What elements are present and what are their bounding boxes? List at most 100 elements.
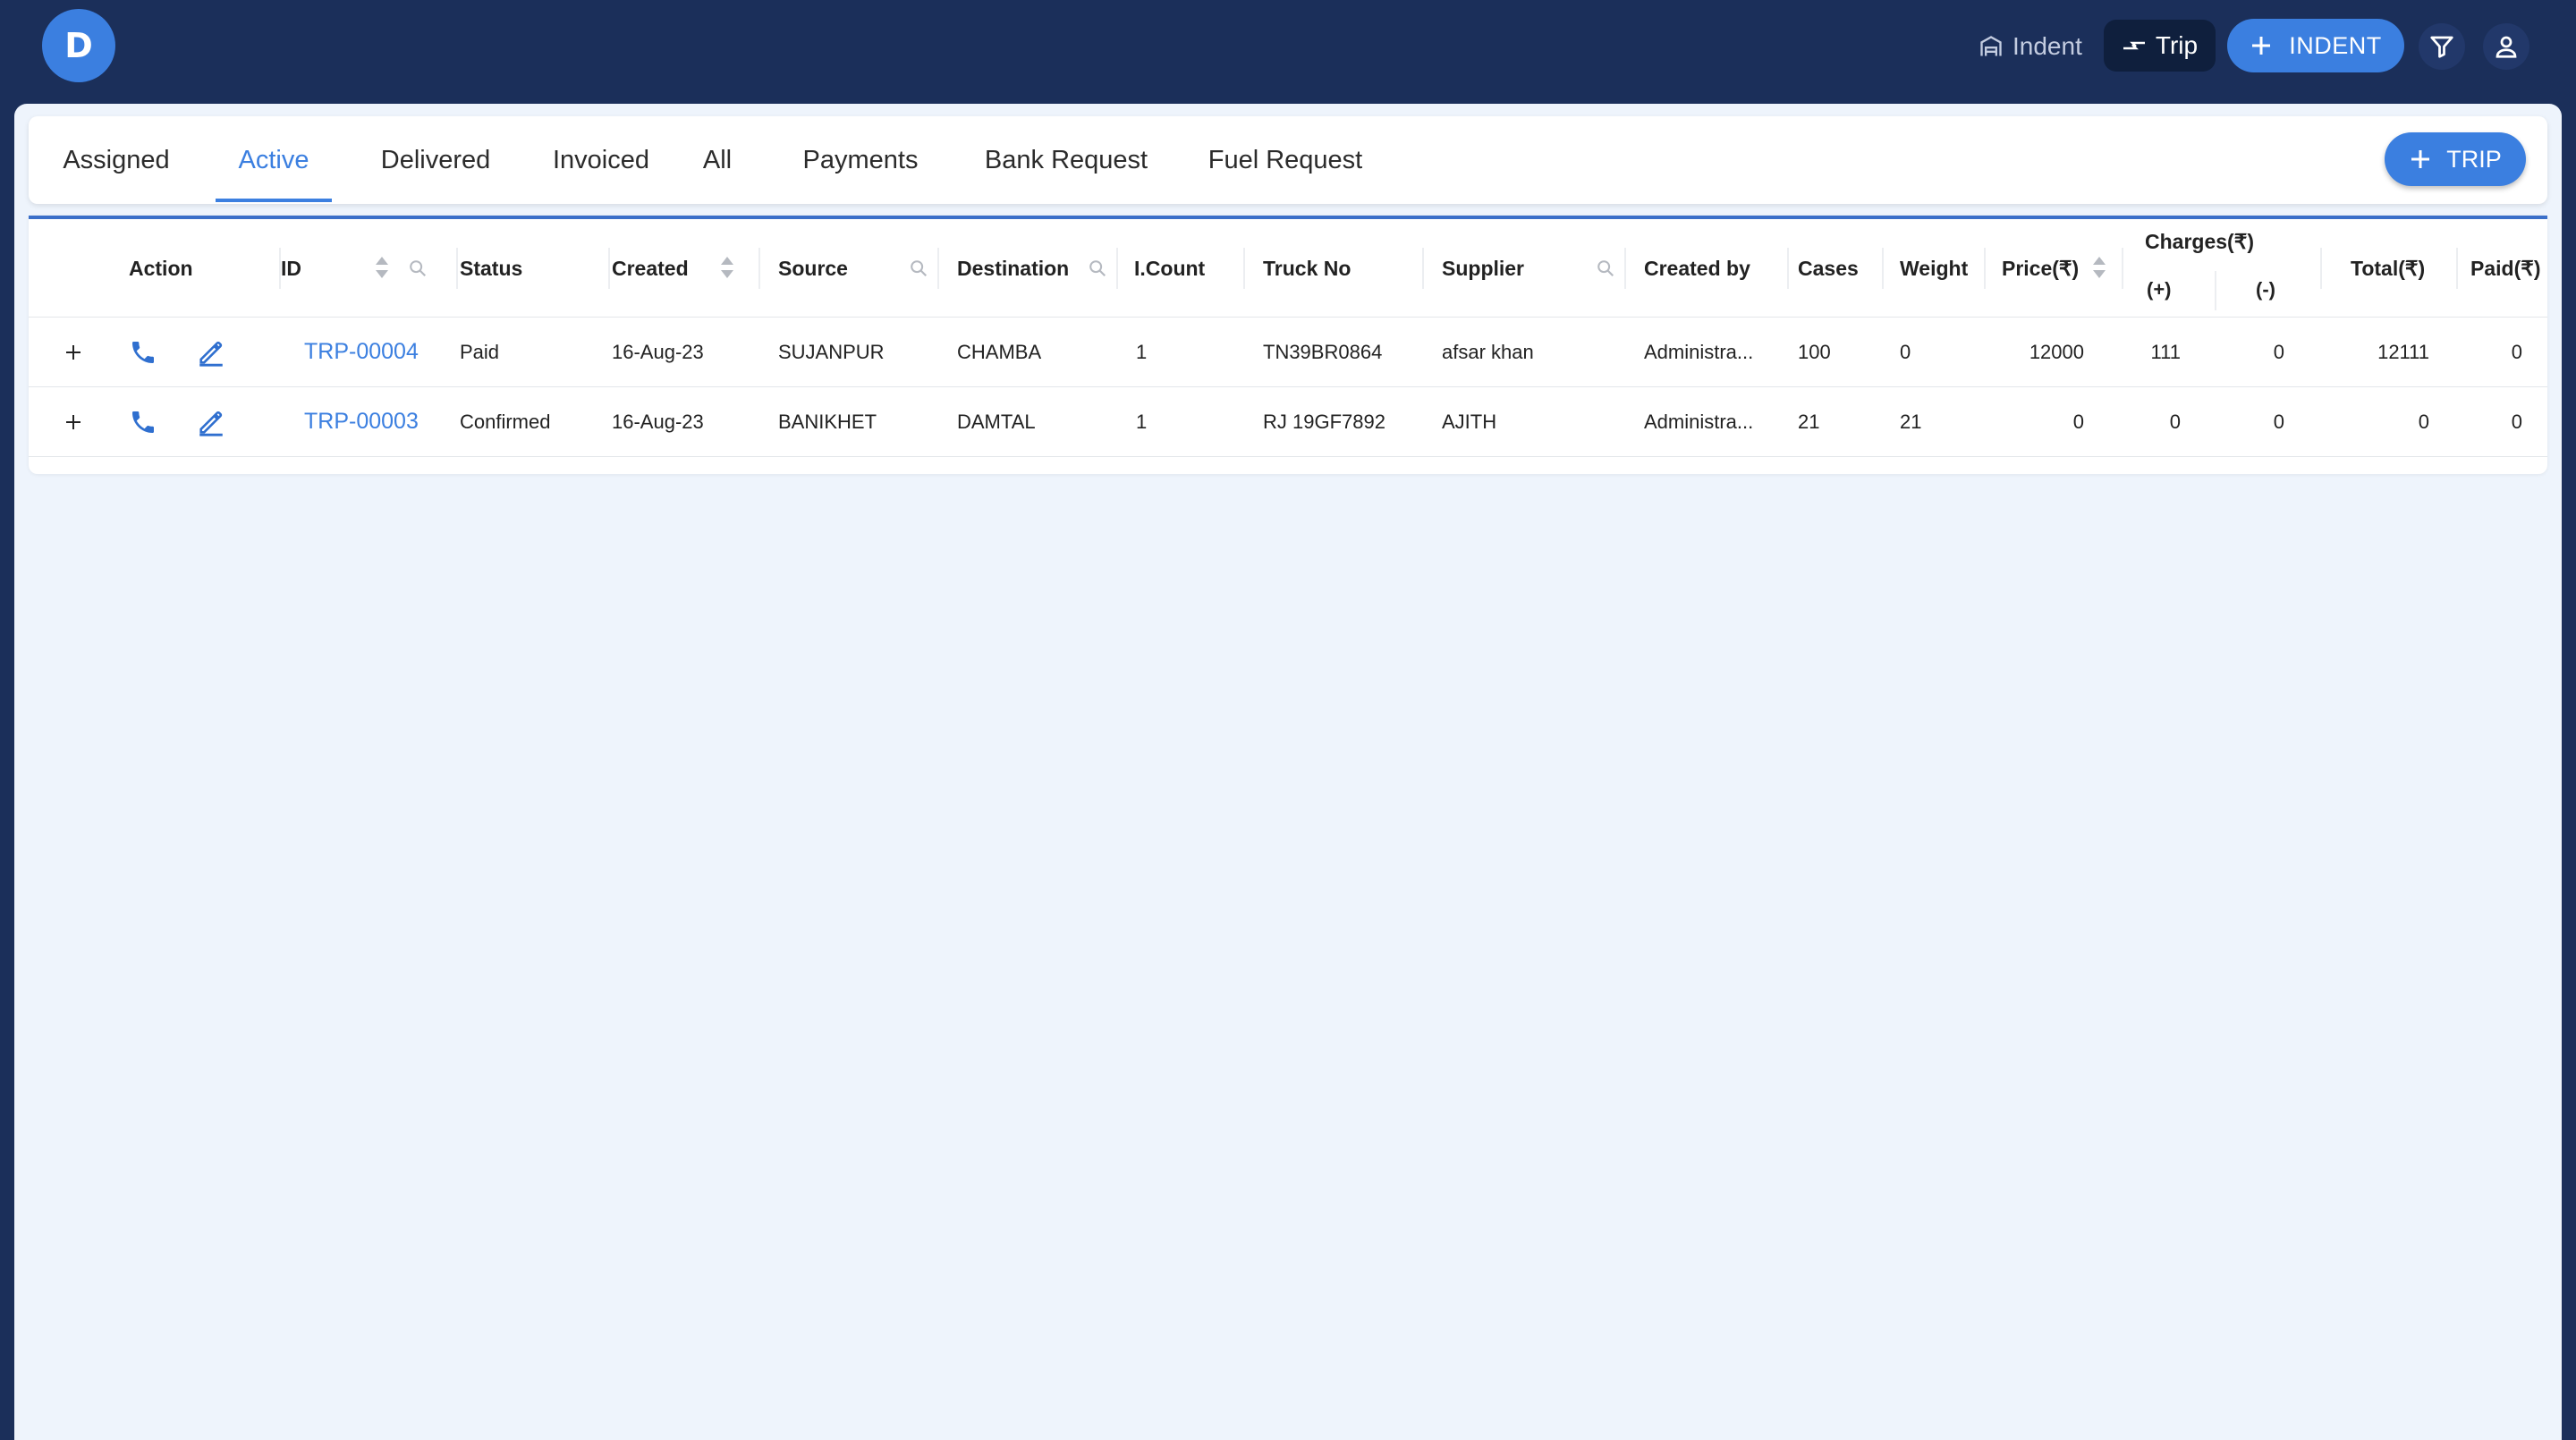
table-row[interactable]: TRP-00003 Confirmed 16-Aug-23 BANIKHET D…	[29, 387, 2547, 457]
plus-icon	[2411, 150, 2430, 168]
weight-cell: 21	[1900, 410, 1922, 433]
trip-id-link[interactable]: TRP-00003	[304, 387, 419, 456]
phone-icon	[132, 341, 154, 363]
sort-icon[interactable]	[2091, 255, 2107, 280]
total-cell: 0	[2418, 410, 2429, 433]
expand-row-button[interactable]	[55, 387, 91, 456]
charges-plus-cell: 111	[2150, 340, 2181, 363]
destination-cell: CHAMBA	[957, 340, 1042, 363]
icount-cell: 1	[1136, 410, 1148, 433]
plus-icon	[2252, 37, 2271, 55]
column-header-status: Status	[460, 256, 523, 280]
add-indent-button[interactable]: INDENT	[2227, 19, 2404, 72]
created-by-cell: Administra...	[1644, 340, 1754, 363]
sort-icon[interactable]	[374, 255, 390, 280]
swap-icon	[2123, 41, 2145, 50]
trip-id-link[interactable]: TRP-00004	[304, 318, 419, 386]
icount-cell: 1	[1136, 340, 1148, 363]
column-header-weight: Weight	[1900, 256, 1969, 280]
add-trip-button[interactable]: TRIP	[2385, 132, 2526, 186]
column-header-action: Action	[129, 256, 193, 280]
created-by-cell: Administra...	[1644, 410, 1754, 433]
column-separator	[456, 248, 458, 289]
column-separator	[2320, 248, 2322, 289]
expand-row-button[interactable]	[55, 318, 91, 386]
add-indent-label: INDENT	[2289, 31, 2382, 59]
supplier-cell: AJITH	[1442, 410, 1497, 433]
source-cell: BANIKHET	[778, 410, 877, 433]
search-icon[interactable]	[1088, 258, 1107, 278]
truck-no-cell: RJ 19GF7892	[1263, 410, 1385, 433]
column-header-truck-no: Truck No	[1263, 256, 1352, 280]
search-icon[interactable]	[909, 258, 928, 278]
edit-button[interactable]	[190, 318, 233, 386]
call-button[interactable]	[122, 387, 165, 456]
charges-minus-cell: 0	[2273, 340, 2284, 363]
sort-icon[interactable]	[719, 255, 735, 280]
column-header-charges-plus: (+)	[2147, 278, 2172, 301]
column-separator	[2456, 248, 2458, 289]
column-separator	[1882, 248, 1884, 289]
tab-payments[interactable]: Payments	[771, 116, 950, 204]
filter-icon	[2430, 36, 2453, 58]
column-header-cases: Cases	[1798, 256, 1859, 280]
price-cell: 0	[2072, 410, 2084, 433]
cases-cell: 100	[1798, 340, 1831, 363]
charges-minus-cell: 0	[2273, 410, 2284, 433]
tab-invoiced[interactable]: Invoiced	[530, 116, 673, 204]
building-icon	[1980, 36, 2002, 56]
search-icon[interactable]	[1596, 258, 1615, 278]
total-cell: 12111	[2377, 340, 2429, 363]
user-menu-button[interactable]	[2483, 23, 2529, 70]
trips-table: Action ID Status Created Source Destinat…	[29, 216, 2547, 474]
column-header-source: Source	[778, 256, 848, 280]
paid-cell: 0	[2511, 410, 2522, 433]
status-cell: Confirmed	[460, 410, 551, 433]
add-trip-label: TRIP	[2446, 145, 2502, 173]
column-header-total: Total(₹)	[2351, 256, 2426, 280]
column-header-paid: Paid(₹)	[2470, 256, 2541, 280]
call-button[interactable]	[122, 318, 165, 386]
user-icon	[2496, 36, 2517, 58]
nav-indent-link[interactable]: Indent	[1979, 25, 2082, 68]
charges-plus-cell: 0	[2169, 410, 2181, 433]
phone-icon	[132, 411, 154, 433]
created-cell: 16-Aug-23	[612, 410, 704, 433]
plus-icon	[66, 414, 80, 429]
nav-trip-button[interactable]: Trip	[2104, 20, 2216, 72]
column-separator	[1243, 248, 1245, 289]
truck-no-cell: TN39BR0864	[1263, 340, 1383, 363]
column-header-created-by: Created by	[1644, 256, 1750, 280]
tab-all[interactable]: All	[673, 116, 762, 204]
tab-assigned[interactable]: Assigned	[45, 116, 188, 204]
supplier-cell: afsar khan	[1442, 340, 1534, 363]
cases-cell: 21	[1798, 410, 1820, 433]
filter-button[interactable]	[2419, 23, 2465, 70]
column-header-price[interactable]: Price(₹)	[2002, 219, 2079, 318]
tab-bar: Assigned Active Delivered Invoiced All P…	[29, 116, 2547, 204]
tab-active[interactable]: Active	[216, 116, 332, 204]
column-header-created[interactable]: Created	[612, 219, 689, 318]
column-separator	[1116, 248, 1118, 289]
source-cell: SUJANPUR	[778, 340, 885, 363]
weight-cell: 0	[1900, 340, 1911, 363]
pencil-icon	[199, 341, 223, 367]
top-header: D Indent Trip INDENT	[0, 0, 2576, 104]
app-logo-avatar[interactable]: D	[42, 9, 115, 82]
column-separator	[608, 248, 610, 289]
column-header-id[interactable]: ID	[281, 219, 301, 318]
column-separator	[2215, 271, 2216, 310]
edit-button[interactable]	[190, 387, 233, 456]
nav-indent-label: Indent	[2012, 32, 2082, 60]
column-separator	[758, 248, 760, 289]
column-separator	[2122, 248, 2123, 289]
search-icon[interactable]	[408, 258, 428, 278]
tab-fuel-request[interactable]: Fuel Request	[1182, 116, 1388, 204]
table-row[interactable]: TRP-00004 Paid 16-Aug-23 SUJANPUR CHAMBA…	[29, 318, 2547, 387]
tab-delivered[interactable]: Delivered	[351, 116, 521, 204]
column-header-icount: I.Count	[1134, 256, 1206, 280]
created-cell: 16-Aug-23	[612, 340, 704, 363]
tab-bank-request[interactable]: Bank Request	[959, 116, 1174, 204]
status-cell: Paid	[460, 340, 500, 363]
column-separator	[1624, 248, 1626, 289]
